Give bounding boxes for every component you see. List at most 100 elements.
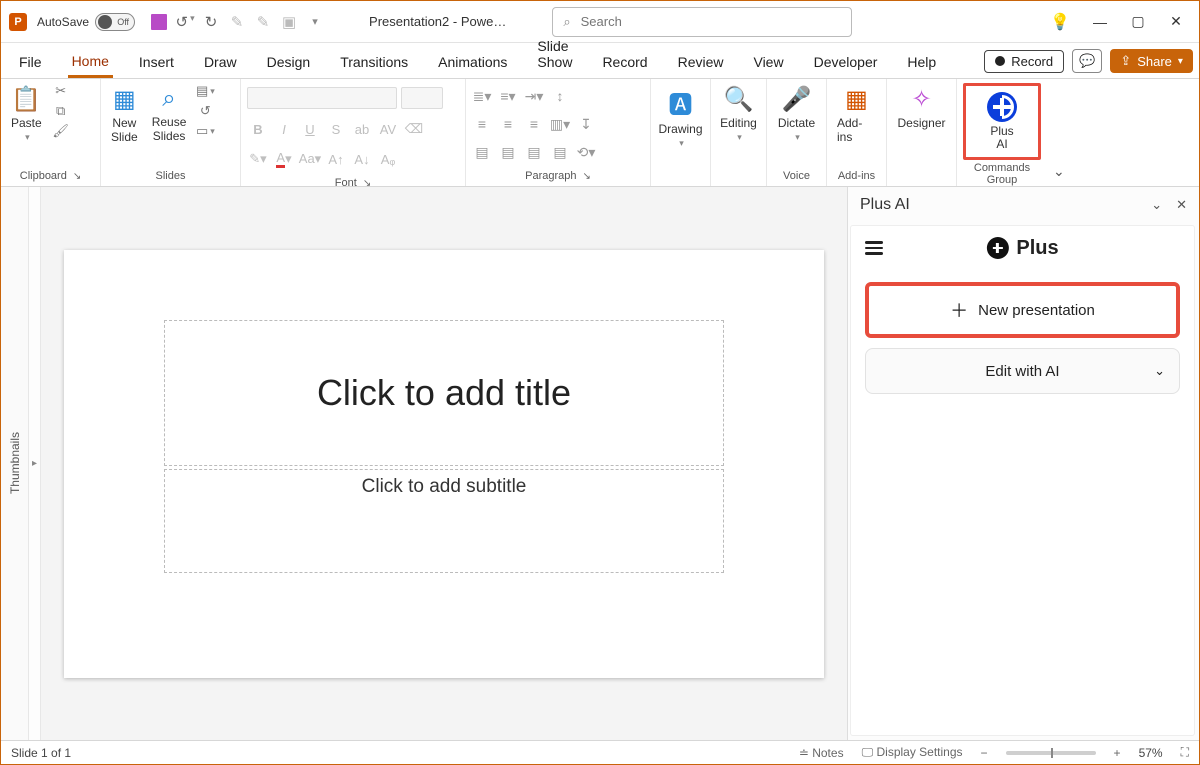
drawing-button[interactable]: 🅰 Drawing ▾ (655, 83, 707, 151)
bold-button[interactable]: B (247, 119, 269, 139)
close-button[interactable]: ✕ (1169, 15, 1183, 29)
paste-button[interactable]: 📋 Paste ▾ (7, 83, 46, 145)
change-case-button[interactable]: Aa▾ (299, 149, 321, 169)
pane-dropdown-icon[interactable]: ⌄ (1151, 197, 1162, 213)
quick-tool-icon[interactable]: ✎ (255, 13, 271, 31)
plus-ai-button[interactable]: Plus AI (983, 90, 1021, 153)
tab-help[interactable]: Help (903, 48, 940, 78)
new-slide-button[interactable]: ▦ New Slide (107, 83, 142, 146)
dictate-button[interactable]: 🎤 Dictate ▾ (774, 83, 819, 145)
search-input[interactable] (579, 13, 842, 30)
tab-animations[interactable]: Animations (434, 48, 511, 78)
record-button[interactable]: Record (984, 50, 1064, 73)
tab-developer[interactable]: Developer (810, 48, 882, 78)
align-bottom-button[interactable]: ▤ (498, 143, 518, 161)
lightbulb-icon[interactable]: 💡 (1053, 15, 1067, 29)
tab-review[interactable]: Review (674, 48, 728, 78)
align-left-button[interactable]: ≡ (472, 115, 492, 133)
title-placeholder[interactable]: Click to add title (164, 320, 724, 466)
collapse-ribbon-button[interactable]: ⌄ (1047, 79, 1075, 186)
columns-button[interactable]: ▥▾ (550, 115, 570, 133)
layout-icon[interactable]: ▤▾ (196, 83, 214, 99)
minimize-button[interactable]: — (1093, 15, 1107, 29)
font-size-combo[interactable] (401, 87, 443, 109)
subtitle-placeholder[interactable]: Click to add subtitle (164, 469, 724, 573)
copy-icon[interactable]: ⧉ (52, 103, 70, 119)
section-icon[interactable]: ▭▾ (196, 123, 214, 139)
designer-button[interactable]: ✧ Designer (893, 83, 949, 132)
edit-with-ai-button[interactable]: Edit with AI ⌄ (865, 348, 1180, 394)
align-center-button[interactable]: ≡ (498, 115, 518, 133)
undo-icon[interactable]: ↺▾ (177, 13, 193, 31)
dialog-launcher-icon[interactable]: ↘ (582, 171, 590, 182)
smartart-button[interactable]: ⟲▾ (576, 143, 596, 161)
shrink-font-button[interactable]: A↓ (351, 149, 373, 169)
shadow-button[interactable]: ab (351, 119, 373, 139)
clipboard-icon: 📋 (11, 85, 41, 114)
zoom-out-button[interactable]: − (981, 746, 988, 760)
align-right-button[interactable]: ≡ (524, 115, 544, 133)
zoom-slider[interactable] (1006, 751, 1096, 755)
comments-button[interactable]: 💬 (1072, 49, 1102, 73)
quick-tool-icon[interactable]: ✎ (229, 13, 245, 31)
thumbnails-label: Thumbnails (8, 432, 22, 494)
tab-home[interactable]: Home (68, 47, 113, 78)
font-name-combo[interactable] (247, 87, 397, 109)
main-area: Thumbnails ▸ Click to add title Click to… (1, 187, 1199, 740)
tab-design[interactable]: Design (263, 48, 315, 78)
tab-view[interactable]: View (749, 48, 787, 78)
menu-icon[interactable] (865, 241, 883, 255)
tab-slideshow[interactable]: Slide Show (533, 32, 576, 78)
tab-record[interactable]: Record (598, 48, 651, 78)
highlight-button[interactable]: ✎▾ (247, 149, 269, 169)
strike-button[interactable]: S (325, 119, 347, 139)
text-direction-button[interactable]: ↧ (576, 115, 596, 133)
slide-canvas[interactable]: Click to add title Click to add subtitle (41, 187, 847, 740)
share-button[interactable]: ⇪ Share ▾ (1110, 49, 1193, 73)
dialog-launcher-icon[interactable]: ↘ (73, 171, 81, 182)
slide[interactable]: Click to add title Click to add subtitle (64, 250, 824, 678)
clear-format-button[interactable]: ⌫ (403, 119, 425, 139)
underline-button[interactable]: U (299, 119, 321, 139)
reuse-slides-button[interactable]: ⌕ Reuse Slides (148, 83, 191, 145)
font-color-button[interactable]: A▾ (273, 149, 295, 169)
autosave-toggle[interactable]: Off (95, 13, 135, 31)
align-justify-button[interactable]: ▤ (472, 143, 492, 161)
expand-thumbnails-button[interactable]: ▸ (29, 187, 41, 740)
align-middle-button[interactable]: ▤ (550, 143, 570, 161)
present-icon[interactable]: ▣ (281, 13, 297, 31)
character-spacing-button[interactable]: AV (377, 119, 399, 139)
save-icon[interactable] (151, 14, 167, 30)
addins-button[interactable]: ▦ Add-ins (833, 83, 880, 146)
align-top-button[interactable]: ▤ (524, 143, 544, 161)
addins-label: Add-ins (837, 116, 876, 144)
clear-formatting-button[interactable]: Aᵩ (377, 149, 399, 169)
tab-draw[interactable]: Draw (200, 48, 241, 78)
numbering-button[interactable]: ≡▾ (498, 87, 518, 105)
maximize-button[interactable]: ▢ (1131, 15, 1145, 29)
share-button-label: Share (1137, 54, 1172, 69)
redo-icon[interactable]: ↻ (203, 13, 219, 31)
fit-to-window-button[interactable]: ⛶ (1181, 745, 1189, 760)
tab-file[interactable]: File (15, 48, 46, 78)
bullets-button[interactable]: ≣▾ (472, 87, 492, 105)
editing-button[interactable]: 🔍 Editing ▾ (716, 83, 761, 145)
search-box[interactable]: ⌕ (552, 7, 852, 37)
designer-icon: ✧ (911, 85, 931, 114)
grow-font-button[interactable]: A↑ (325, 149, 347, 169)
notes-button[interactable]: ≐ Notes (799, 746, 844, 760)
zoom-in-button[interactable]: + (1114, 746, 1121, 760)
cut-icon[interactable]: ✂ (52, 83, 70, 99)
qat-overflow-icon[interactable]: ▾ (307, 15, 323, 28)
list-level-button[interactable]: ⇥▾ (524, 87, 544, 105)
pane-close-icon[interactable]: ✕ (1176, 197, 1187, 213)
new-presentation-button[interactable]: ＋ New presentation (865, 282, 1180, 338)
group-label-clipboard: Clipboard (20, 170, 67, 182)
italic-button[interactable]: I (273, 119, 295, 139)
tab-insert[interactable]: Insert (135, 48, 178, 78)
reset-icon[interactable]: ↺ (196, 103, 214, 119)
line-spacing-button[interactable]: ↕ (550, 87, 570, 105)
tab-transitions[interactable]: Transitions (336, 48, 412, 78)
display-settings-button[interactable]: 🖵 Display Settings (862, 745, 963, 760)
format-painter-icon[interactable]: 🖌 (52, 123, 70, 139)
